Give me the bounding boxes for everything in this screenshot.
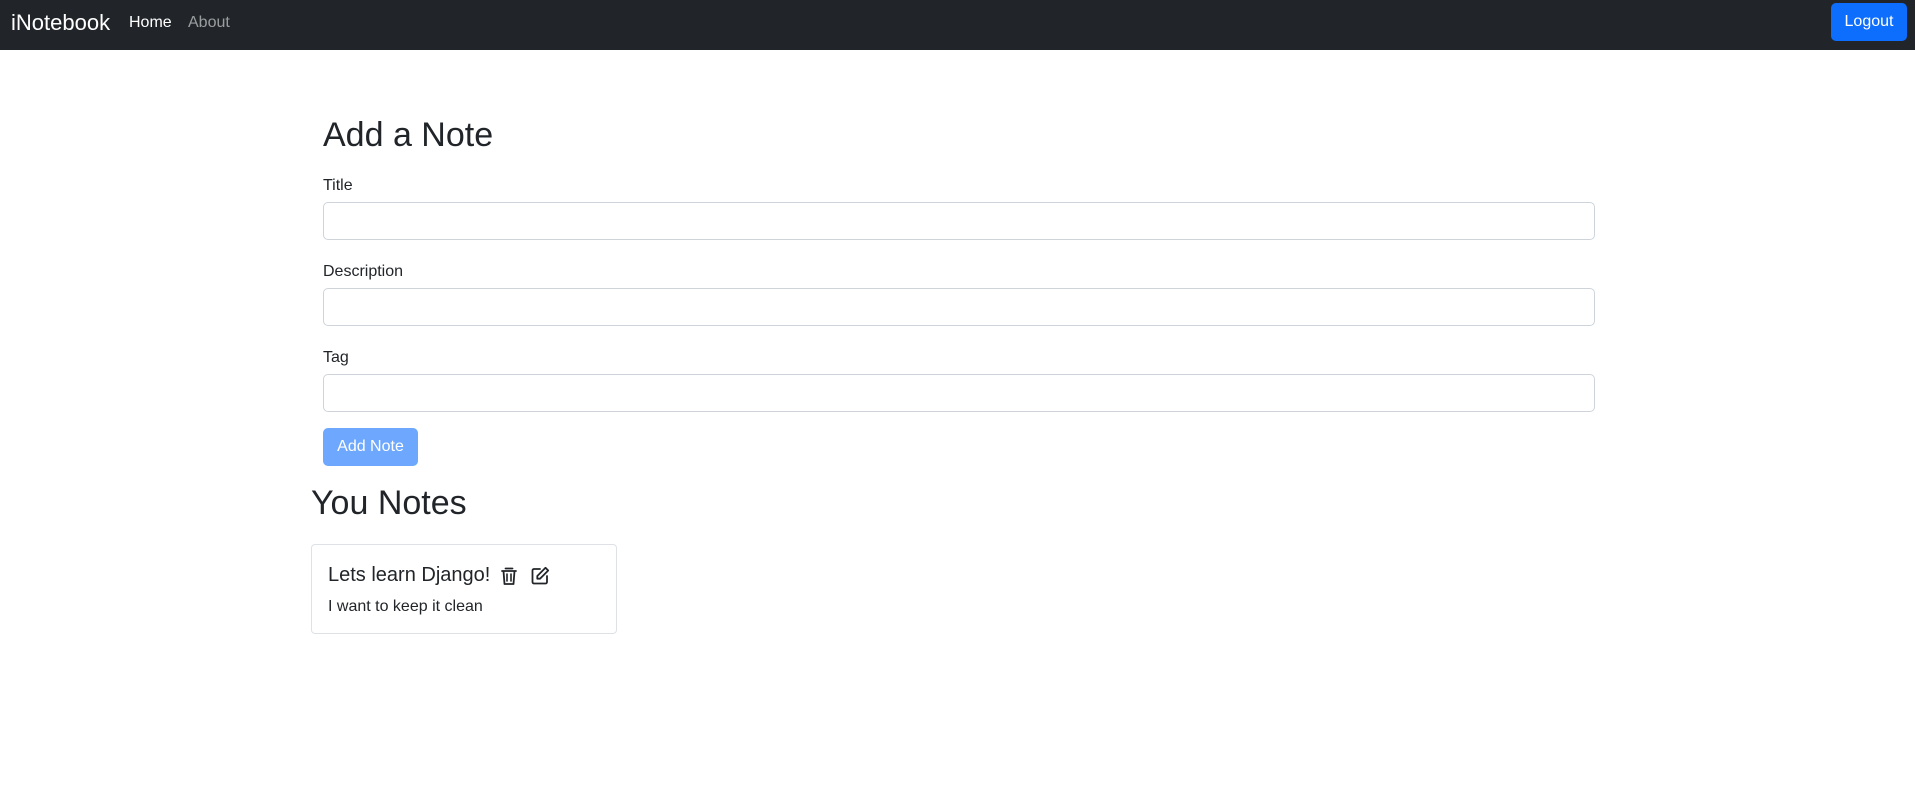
notes-heading: You Notes bbox=[311, 484, 467, 522]
note-description: I want to keep it clean bbox=[328, 598, 483, 615]
edit-icon[interactable] bbox=[529, 565, 551, 587]
description-input[interactable] bbox=[323, 288, 1595, 326]
logout-button[interactable]: Logout bbox=[1831, 3, 1907, 41]
tag-input[interactable] bbox=[323, 374, 1595, 412]
navbar: iNotebook Home About Logout bbox=[0, 0, 1915, 50]
tag-label: Tag bbox=[323, 349, 349, 366]
brand-logo[interactable]: iNotebook bbox=[11, 10, 110, 36]
trash-icon[interactable] bbox=[498, 565, 520, 587]
nav-link-about[interactable]: About bbox=[188, 13, 230, 33]
note-title: Lets learn Django! bbox=[328, 564, 491, 586]
title-label: Title bbox=[323, 177, 353, 194]
nav-link-home[interactable]: Home bbox=[129, 13, 172, 33]
note-card: Lets learn Django! I want to keep it cle… bbox=[311, 544, 617, 634]
title-input[interactable] bbox=[323, 202, 1595, 240]
add-note-button[interactable]: Add Note bbox=[323, 428, 418, 466]
add-note-heading: Add a Note bbox=[323, 116, 494, 154]
description-label: Description bbox=[323, 263, 404, 280]
